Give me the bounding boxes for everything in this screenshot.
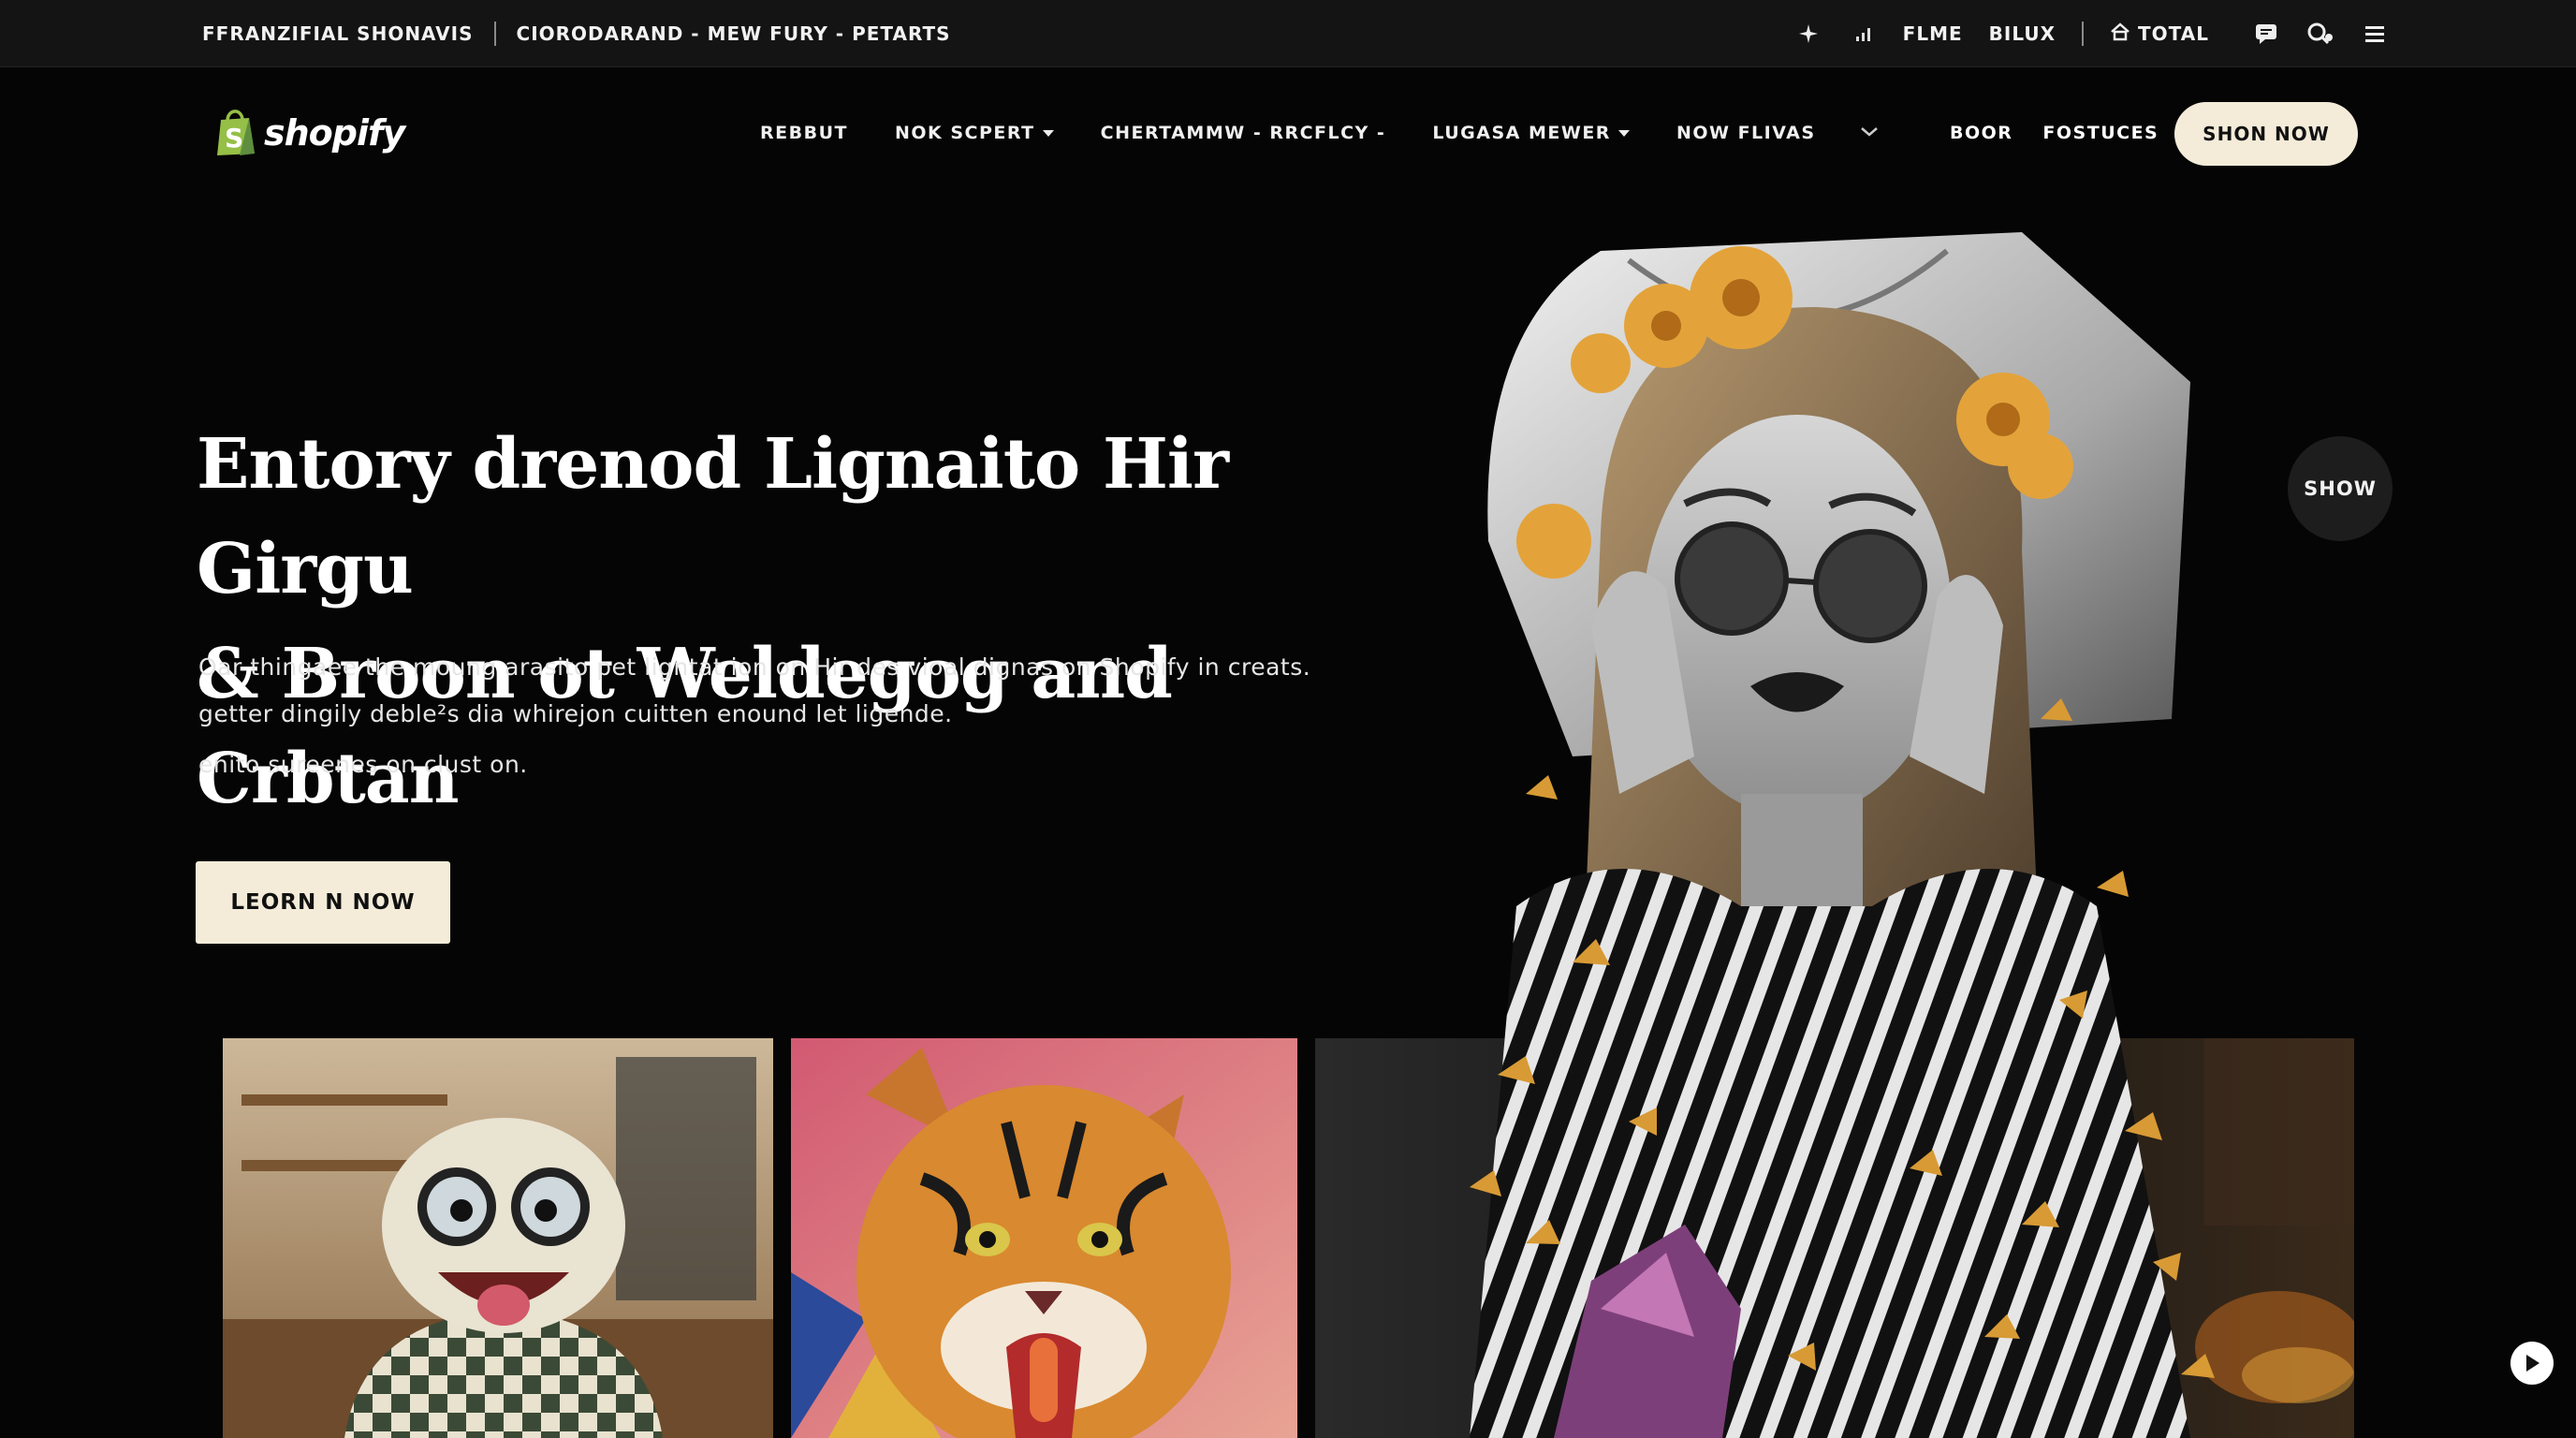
search-settings-icon[interactable] xyxy=(2306,20,2334,48)
play-icon xyxy=(2526,1355,2539,1372)
hero-paragraph-line-2: getter dingily deble²s dia whirejon cuit… xyxy=(198,700,953,727)
divider xyxy=(493,22,496,46)
nav-item-label: LUGASA MEWER xyxy=(1432,123,1611,143)
main-nav: S shopify REBBUT NOK SCPERT CHERTAMMW - … xyxy=(0,67,2576,198)
utility-bar-left: FFRANZIFIAL SHONAVIS CIORODARAND - MEW F… xyxy=(202,0,951,67)
nav-item-label: NOK SCPERT xyxy=(894,123,1035,143)
nav-link-boor[interactable]: BOOR xyxy=(1950,123,2012,143)
brand-label[interactable]: FFRANZIFIAL SHONAVIS xyxy=(202,22,474,45)
shop-now-button[interactable]: SHON NOW xyxy=(2174,102,2358,166)
play-button[interactable] xyxy=(2510,1342,2554,1385)
utility-bar: FFRANZIFIAL SHONAVIS CIORODARAND - MEW F… xyxy=(0,0,2576,67)
total-link[interactable]: TOTAL xyxy=(2110,22,2209,46)
nav-item-now-flivas[interactable]: NOW FLIVAS xyxy=(1676,123,1816,143)
hero-paragraph-line-3: enito sureenes on clust on. xyxy=(198,751,528,778)
hero-portrait-image xyxy=(1385,232,2228,1438)
total-label: TOTAL xyxy=(2138,22,2209,45)
nav-item-rebbut[interactable]: REBBUT xyxy=(760,123,848,143)
topbar-link-flme[interactable]: FLME xyxy=(1903,22,1963,45)
hero-paragraph-line-1: Oar thingaee the moung arasito pet lignt… xyxy=(198,653,1311,681)
nav-item-label: CHERTAMMW - RRCFLCY - xyxy=(1100,123,1386,143)
fashion-portrait-illustration xyxy=(1470,232,2215,1438)
logo-text: shopify xyxy=(264,112,405,154)
show-button[interactable]: SHOW xyxy=(2288,436,2393,541)
nav-link-fostuces[interactable]: FOSTUCES xyxy=(2042,123,2159,143)
chevron-down-icon xyxy=(1617,129,1630,137)
nav-item-label: NOW FLIVAS xyxy=(1676,123,1816,143)
nav-item-lugasa-mewer[interactable]: LUGASA MEWER xyxy=(1432,123,1630,143)
chevron-down-icon[interactable] xyxy=(1859,123,1880,143)
gallery-card-tiger[interactable] xyxy=(791,1038,1297,1438)
learn-now-button[interactable]: LEORN N NOW xyxy=(196,861,450,944)
breadcrumb[interactable]: CIORODARAND - MEW FURY - PETARTS xyxy=(517,22,951,45)
signal-icon[interactable] xyxy=(1849,20,1877,48)
svg-text:S: S xyxy=(225,123,243,154)
nav-item-chertammw[interactable]: CHERTAMMW - RRCFLCY - xyxy=(1101,123,1386,143)
menu-icon[interactable] xyxy=(2361,20,2389,48)
utility-bar-right: FLME BILUX TOTAL xyxy=(1794,0,2389,67)
divider xyxy=(2082,22,2085,46)
hero-title-line-1: Entory drenod Lignaito Hir Girgu xyxy=(197,424,1229,609)
chat-icon[interactable] xyxy=(2252,20,2280,48)
home-icon xyxy=(2110,22,2130,46)
sparkle-icon[interactable] xyxy=(1794,20,1822,48)
nav-links: REBBUT NOK SCPERT CHERTAMMW - RRCFLCY - … xyxy=(760,67,1880,198)
nav-item-nok-scpert[interactable]: NOK SCPERT xyxy=(895,123,1054,143)
puppet-image xyxy=(223,1038,773,1438)
gallery-card-puppet[interactable] xyxy=(223,1038,773,1438)
topbar-link-bilux[interactable]: BILUX xyxy=(1989,22,2056,45)
shopping-bag-icon: S xyxy=(212,105,258,161)
shopify-logo[interactable]: S shopify xyxy=(212,105,405,161)
chevron-down-icon xyxy=(1042,129,1054,137)
nav-right-links: BOOR FOSTUCES xyxy=(1950,67,2159,198)
tiger-image xyxy=(791,1038,1297,1438)
nav-item-label: REBBUT xyxy=(760,123,848,143)
